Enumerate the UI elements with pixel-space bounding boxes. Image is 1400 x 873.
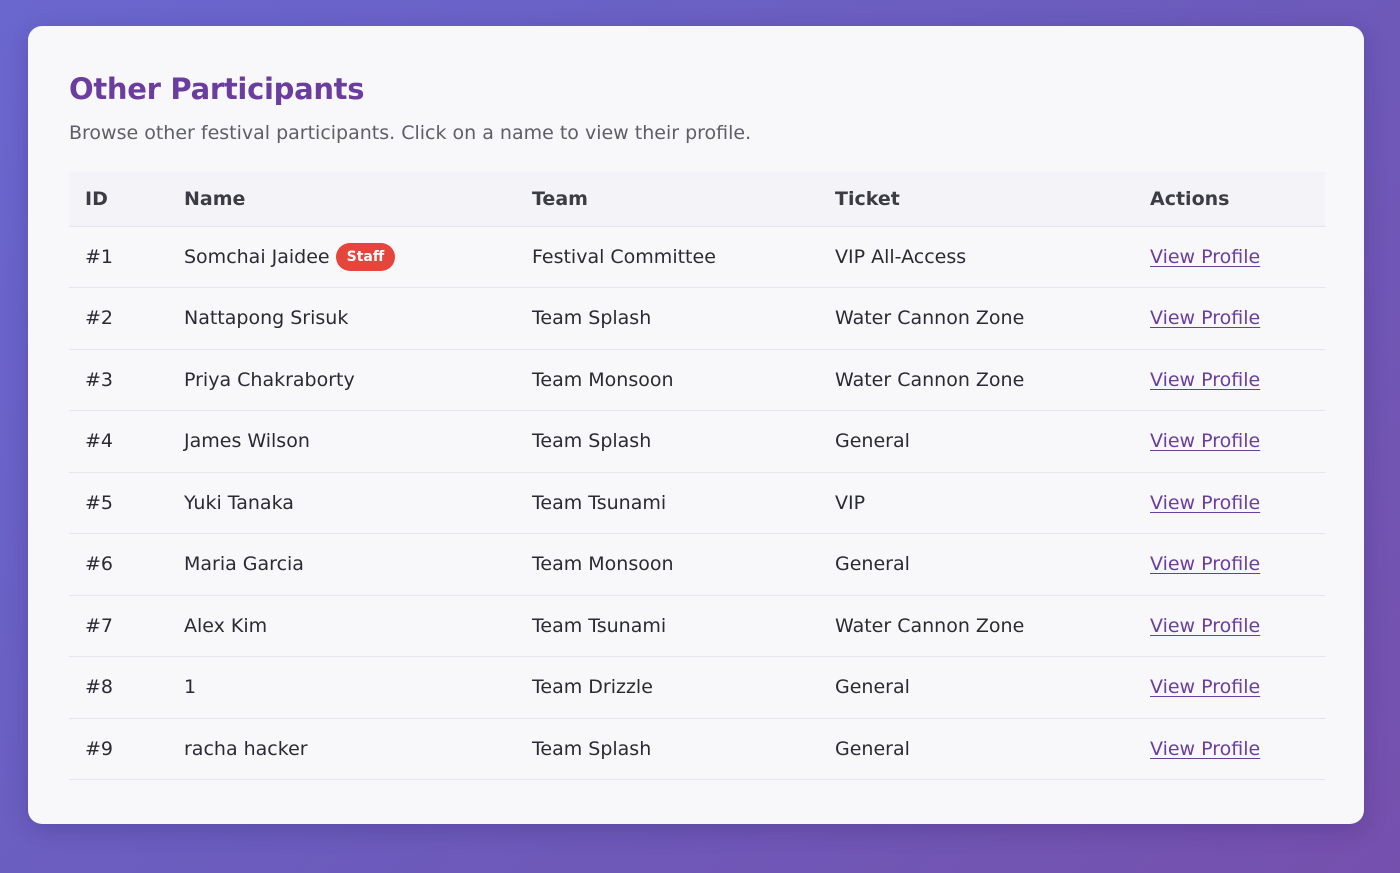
row-ticket: Water Cannon Zone — [835, 595, 1150, 657]
table-row: #2 Nattapong Srisuk Team Splash Water Ca… — [69, 287, 1325, 350]
row-ticket: Water Cannon Zone — [835, 287, 1150, 350]
row-name: Maria Garcia — [184, 533, 532, 596]
row-team: Team Tsunami — [532, 472, 835, 534]
row-name: Alex Kim — [184, 595, 532, 657]
table-row: #4 James Wilson Team Splash General View… — [69, 410, 1325, 473]
row-id: #1 — [69, 226, 184, 288]
table-row: #3 Priya Chakraborty Team Monsoon Water … — [69, 349, 1325, 411]
row-id: #6 — [69, 533, 184, 596]
row-ticket: General — [835, 656, 1150, 719]
row-ticket: Water Cannon Zone — [835, 349, 1150, 411]
table-row: #6 Maria Garcia Team Monsoon General Vie… — [69, 533, 1325, 596]
row-actions: View Profile — [1150, 595, 1325, 657]
row-name: Somchai Jaidee — [184, 245, 330, 268]
row-actions: View Profile — [1150, 410, 1325, 473]
header-team: Team — [532, 172, 835, 227]
row-actions: View Profile — [1150, 226, 1325, 288]
row-ticket: General — [835, 533, 1150, 596]
row-actions: View Profile — [1150, 287, 1325, 350]
table-row: #1 Somchai Jaidee Staff Festival Committe… — [69, 226, 1325, 288]
row-actions: View Profile — [1150, 349, 1325, 411]
row-team: Team Drizzle — [532, 656, 835, 719]
row-team: Team Monsoon — [532, 349, 835, 411]
table-header: ID Name Team Ticket Actions — [69, 172, 1325, 227]
row-ticket: General — [835, 410, 1150, 473]
staff-badge: Staff — [335, 242, 396, 271]
row-id: #7 — [69, 595, 184, 657]
row-name: 1 — [184, 656, 532, 719]
row-actions: View Profile — [1150, 718, 1325, 780]
header-ticket: Ticket — [835, 172, 1150, 227]
row-team: Team Splash — [532, 410, 835, 473]
view-profile-link[interactable]: View Profile — [1150, 369, 1260, 391]
table-row: #8 1 Team Drizzle General View Profile — [69, 656, 1325, 719]
header-name: Name — [184, 172, 532, 227]
view-profile-link[interactable]: View Profile — [1150, 615, 1260, 637]
row-ticket: VIP — [835, 472, 1150, 534]
table-row: #9 racha hacker Team Splash General View… — [69, 718, 1325, 780]
page-subtitle: Browse other festival participants. Clic… — [69, 122, 752, 144]
header-row: ID Name Team Ticket Actions — [69, 172, 1325, 227]
view-profile-link[interactable]: View Profile — [1150, 553, 1260, 575]
row-team: Team Splash — [532, 287, 835, 350]
view-profile-link[interactable]: View Profile — [1150, 676, 1260, 698]
row-name: Priya Chakraborty — [184, 349, 532, 411]
row-id: #3 — [69, 349, 184, 411]
row-name-cell: Somchai Jaidee Staff — [184, 226, 532, 288]
view-profile-link[interactable]: View Profile — [1150, 492, 1260, 514]
view-profile-link[interactable]: View Profile — [1150, 246, 1260, 268]
row-team: Team Monsoon — [532, 533, 835, 596]
table-row: #5 Yuki Tanaka Team Tsunami VIP View Pro… — [69, 472, 1325, 534]
row-id: #9 — [69, 718, 184, 780]
row-name: Yuki Tanaka — [184, 472, 532, 534]
row-name: Nattapong Srisuk — [184, 287, 532, 350]
row-id: #4 — [69, 410, 184, 473]
row-team: Festival Committee — [532, 226, 835, 288]
row-ticket: VIP All-Access — [835, 226, 1150, 288]
row-team: Team Tsunami — [532, 595, 835, 657]
row-actions: View Profile — [1150, 472, 1325, 534]
row-actions: View Profile — [1150, 533, 1325, 596]
view-profile-link[interactable]: View Profile — [1150, 430, 1260, 452]
view-profile-link[interactable]: View Profile — [1150, 738, 1260, 760]
row-ticket: General — [835, 718, 1150, 780]
table-body: #1 Somchai Jaidee Staff Festival Committe… — [69, 226, 1325, 780]
row-name: James Wilson — [184, 410, 532, 473]
row-id: #2 — [69, 287, 184, 350]
participants-table: ID Name Team Ticket Actions #1 Somchai J… — [69, 172, 1325, 780]
row-actions: View Profile — [1150, 656, 1325, 719]
header-id: ID — [69, 172, 184, 227]
row-id: #5 — [69, 472, 184, 534]
table-row: #7 Alex Kim Team Tsunami Water Cannon Zo… — [69, 595, 1325, 657]
participants-card: Other Participants Browse other festival… — [28, 26, 1364, 824]
row-team: Team Splash — [532, 718, 835, 780]
row-id: #8 — [69, 656, 184, 719]
header-actions: Actions — [1150, 172, 1325, 227]
view-profile-link[interactable]: View Profile — [1150, 307, 1260, 329]
row-name: racha hacker — [184, 718, 532, 780]
page-title: Other Participants — [69, 72, 365, 106]
